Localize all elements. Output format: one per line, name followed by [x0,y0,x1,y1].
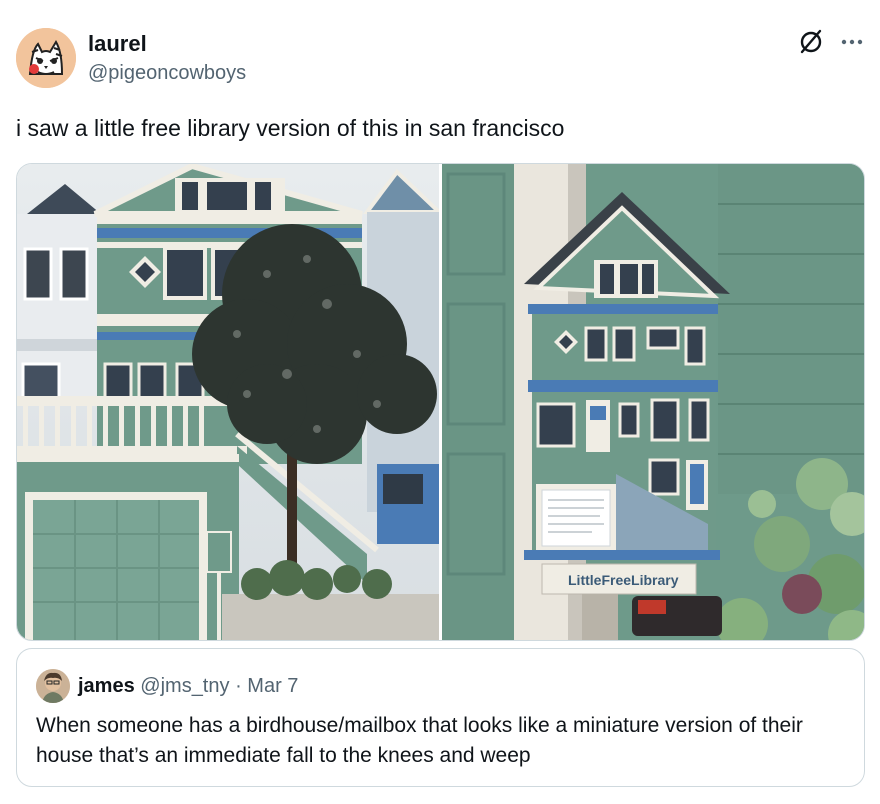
house-image [17,164,439,640]
grok-icon[interactable] [798,28,824,54]
lfl-sign-text: LittleFreeLibrary [568,572,679,588]
grok-glyph-icon [800,29,822,54]
quote-separator: · [235,675,242,697]
author-avatar[interactable] [16,28,76,88]
little-free-library-photo[interactable]: LittleFreeLibrary [442,164,864,640]
quote-date[interactable]: Mar 7 [247,675,298,697]
tweet-text: i saw a little free library version of t… [16,115,565,141]
quote-author-avatar[interactable] [36,669,70,703]
house-photo[interactable] [17,164,439,640]
quote-author-handle[interactable]: @jms_tny [140,675,229,697]
more-dots-icon[interactable] [838,28,866,54]
media-grid: LittleFreeLibrary [16,163,865,641]
author-display-name[interactable]: laurel [88,31,147,57]
quote-text: When someone has a birdhouse/mailbox tha… [36,714,803,767]
quote-author-name[interactable]: james [78,675,135,697]
person-avatar-icon [36,669,70,703]
quote-header: james @jms_tny · Mar 7 [78,673,298,699]
quote-tweet-card[interactable]: james @jms_tny · Mar 7 When someone has … [16,648,865,787]
ellipsis-icon [841,39,863,45]
library-image: LittleFreeLibrary [442,164,864,640]
cat-avatar-icon [16,28,76,88]
author-handle[interactable]: @pigeoncowboys [88,60,246,86]
